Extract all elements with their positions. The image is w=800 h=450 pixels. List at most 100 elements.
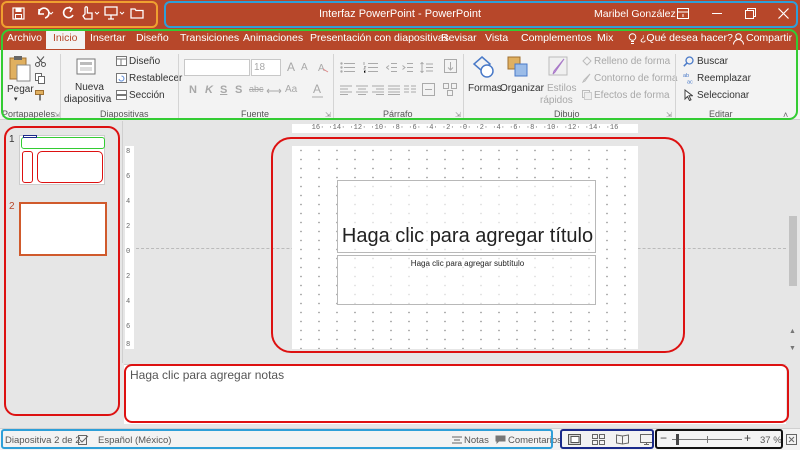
tab-diseno[interactable]: Diseño [136,32,169,44]
reset-icon[interactable] [116,73,127,83]
fit-to-window-icon[interactable] [786,434,797,445]
layout-icon[interactable] [116,56,127,66]
slide-thumbnail-1[interactable] [19,135,105,185]
shrink-font-button[interactable]: A [301,62,308,73]
new-slide-icon[interactable] [76,56,98,78]
smartart-icon[interactable] [443,83,457,96]
previous-slide-icon[interactable]: ▲ [789,328,796,335]
notes-icon[interactable] [452,435,462,445]
font-launcher-icon[interactable]: ⇲ [325,111,331,119]
replace-icon[interactable]: ab ac [683,72,695,84]
new-slide-label-2[interactable]: diapositiva [64,94,111,105]
paste-label[interactable]: Pegar [7,84,34,95]
tab-complementos[interactable]: Complementos [521,32,592,44]
shape-fill-icon[interactable] [582,56,592,66]
underline-button[interactable]: S [220,84,227,96]
select-cursor-icon[interactable] [684,89,693,101]
font-name-input[interactable] [184,59,250,76]
bold-button[interactable]: N [189,84,197,96]
comments-toggle-button[interactable]: Comentarios [508,435,562,446]
section-icon[interactable] [116,90,127,100]
normal-view-icon[interactable] [568,434,581,445]
shapes-button[interactable]: Formas [468,83,502,94]
tab-animaciones[interactable]: Animaciones [243,32,303,44]
tab-insertar[interactable]: Insertar [90,32,126,44]
paste-dropdown-icon[interactable]: ▾ [14,95,18,103]
collapse-ribbon-icon[interactable]: ˄ [783,110,788,120]
drawing-launcher-icon[interactable]: ⇲ [666,111,672,119]
minimize-icon[interactable] [712,13,722,14]
select-button[interactable]: Seleccionar [697,90,749,101]
shape-effects-icon[interactable] [582,90,592,100]
quick-styles-label-2[interactable]: rápidos [540,95,573,106]
paste-icon[interactable] [9,55,31,82]
align-text-icon[interactable] [422,83,435,96]
decrease-indent-icon[interactable] [386,62,398,73]
section-button[interactable]: Sección [129,90,165,101]
quick-styles-icon[interactable] [546,54,572,80]
reading-view-icon[interactable] [616,434,629,445]
zoom-slider-thumb[interactable] [676,434,679,445]
italic-button[interactable]: K [205,84,213,96]
next-slide-icon[interactable]: ▼ [789,345,796,352]
title-placeholder[interactable]: Haga clic para agregar título [337,180,596,253]
justify-icon[interactable] [388,85,400,95]
slideshow-view-icon[interactable] [640,434,653,445]
quick-styles-label-1[interactable]: Estilos [547,83,576,94]
new-slide-label-1[interactable]: Nueva [75,82,104,93]
shape-outline-icon[interactable] [582,73,592,83]
scrollbar-thumb[interactable] [789,216,797,286]
subtitle-placeholder[interactable]: Haga clic para agregar subtítulo [337,255,596,305]
reset-button[interactable]: Restablecer [129,73,182,84]
cut-icon[interactable] [35,56,46,67]
restore-icon[interactable] [745,8,756,19]
change-case-button[interactable]: Aa [285,84,297,95]
language-indicator[interactable]: Español (México) [98,435,171,446]
vertical-scrollbar[interactable]: ▲ ▼ [786,121,800,364]
tab-archivo[interactable]: Archivo [7,32,42,44]
ribbon-display-options-icon[interactable] [677,8,689,19]
text-direction-icon[interactable] [444,59,457,73]
zoom-out-button[interactable]: − [660,431,667,445]
user-name[interactable]: Maribel González [594,8,676,20]
pane-splitter[interactable] [122,121,123,363]
shape-effects-button[interactable]: Efectos de forma [594,90,670,101]
slide-sorter-icon[interactable] [592,434,605,445]
spelling-check-icon[interactable] [78,435,89,445]
close-icon[interactable] [778,8,789,19]
find-button[interactable]: Buscar [697,56,728,67]
title-placeholder-text[interactable]: Haga clic para agregar título [338,225,597,248]
find-icon[interactable] [683,56,694,67]
tab-revisar[interactable]: Revisar [441,32,477,44]
slide-thumbnail-2[interactable] [19,202,107,256]
tab-transiciones[interactable]: Transiciones [180,32,239,44]
increase-indent-icon[interactable] [402,62,414,73]
zoom-in-button[interactable]: + [744,431,751,445]
align-center-icon[interactable] [356,85,368,95]
tab-inicio[interactable]: Inicio [46,30,85,49]
subtitle-placeholder-text[interactable]: Haga clic para agregar subtítulo [338,259,597,268]
line-spacing-icon[interactable] [420,62,434,73]
notes-pane[interactable]: Haga clic para agregar notas [124,364,786,424]
strikethrough-button[interactable]: abc [249,84,264,94]
numbering-icon[interactable] [363,62,379,73]
zoom-level[interactable]: 37 % [760,435,782,446]
copy-icon[interactable] [35,73,48,84]
tell-me-input[interactable]: ¿Qué desea hacer? [640,32,733,44]
align-left-icon[interactable] [340,85,352,95]
columns-icon[interactable] [404,85,416,95]
shadow-button[interactable]: S [235,84,242,96]
font-size-input[interactable]: 18 [251,59,281,76]
tab-vista[interactable]: Vista [485,32,508,44]
paragraph-launcher-icon[interactable]: ⇲ [455,111,461,119]
shapes-icon[interactable] [470,54,496,80]
layout-button[interactable]: Diseño [129,56,160,67]
shape-outline-button[interactable]: Contorno de forma [594,73,677,84]
notes-placeholder[interactable]: Haga clic para agregar notas [130,368,284,382]
replace-button[interactable]: Reemplazar [697,73,751,84]
grow-font-button[interactable]: A [287,60,295,74]
share-button[interactable]: Compartir [746,32,792,44]
clear-format-icon[interactable]: A [317,61,329,73]
tab-mix[interactable]: Mix [597,32,613,44]
arrange-button[interactable]: Organizar [500,83,544,94]
